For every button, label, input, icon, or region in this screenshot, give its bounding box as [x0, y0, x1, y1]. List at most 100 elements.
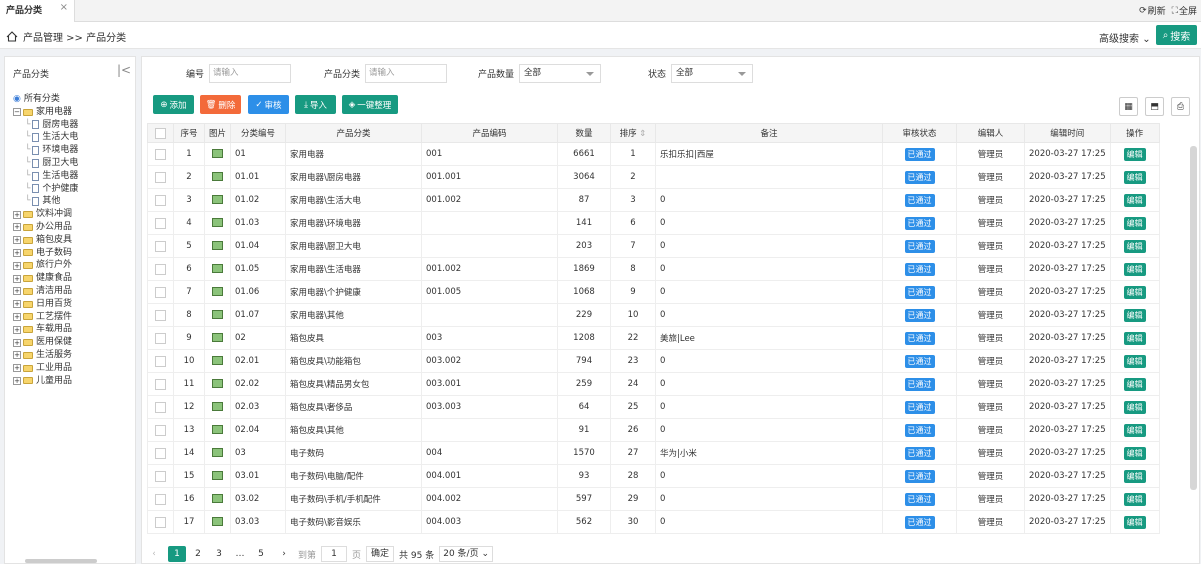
delete-button[interactable]: 🗑 删除 — [200, 95, 241, 114]
edit-button[interactable]: 编辑 — [1123, 239, 1146, 253]
cell-picture[interactable] — [204, 372, 231, 396]
edit-button[interactable]: 编辑 — [1123, 423, 1146, 437]
row-checkbox[interactable] — [155, 401, 166, 413]
row-select[interactable] — [147, 326, 174, 350]
table-row[interactable]: 13 02.04 箱包皮具\其他 91 26 0 已通过 管理员 2020-03-27 17:2… — [147, 418, 1160, 442]
refresh-button[interactable]: ⟳ 刷新 — [1139, 4, 1166, 18]
edit-button[interactable]: 编辑 — [1123, 285, 1146, 299]
table-row[interactable]: 1 01 家用电器 001 6661 1 乐扣乐扣|西屋 已通过 管理员 2020-03-27 1… — [147, 142, 1160, 166]
goto-confirm-button[interactable]: 确定 — [366, 546, 395, 562]
tree-item[interactable]: + 箱包皮具 — [13, 234, 78, 247]
table-row[interactable]: 7 01.06 家用电器\个护健康 001.005 1068 9 0 已通过 管理员 2020-0… — [147, 280, 1160, 304]
image-icon[interactable] — [212, 425, 223, 434]
cell-picture[interactable] — [204, 464, 231, 488]
cell-picture[interactable] — [204, 142, 231, 166]
row-select[interactable] — [147, 510, 174, 534]
tree-item[interactable]: └ 生活电器 — [13, 170, 78, 183]
expand-node-icon[interactable]: + — [13, 351, 21, 360]
cell-picture[interactable] — [204, 211, 231, 235]
row-checkbox[interactable] — [155, 286, 166, 298]
cell-picture[interactable] — [204, 487, 231, 511]
edit-button[interactable]: 编辑 — [1123, 170, 1146, 184]
select-all-header[interactable] — [147, 123, 174, 143]
qty-select[interactable]: 全部 — [519, 64, 602, 83]
row-select[interactable] — [147, 234, 174, 258]
tree-item[interactable]: + 饮料冲调 — [13, 208, 78, 221]
goto-page-input[interactable]: 1 — [321, 546, 348, 562]
tree-item[interactable]: └ 其他 — [13, 195, 78, 208]
table-scrollbar[interactable] — [1190, 146, 1197, 490]
tree-item[interactable]: + 旅行户外 — [13, 259, 78, 272]
cell-picture[interactable] — [204, 510, 231, 534]
tree-item[interactable]: + 儿童用品 — [13, 375, 78, 388]
row-select[interactable] — [147, 464, 174, 488]
table-row[interactable]: 16 03.02 电子数码\手机/手机配件 004.002 597 29 0 已通过 管理员 20… — [147, 487, 1160, 511]
tree-item[interactable]: − 家用电器 — [13, 106, 78, 119]
image-icon[interactable] — [212, 356, 223, 365]
edit-button[interactable]: 编辑 — [1123, 469, 1146, 483]
organize-button[interactable]: ◈ 一键整理 — [342, 95, 398, 114]
columns-icon[interactable]: ▦ — [1119, 97, 1138, 116]
export-icon[interactable]: ⬒ — [1145, 97, 1164, 116]
row-select[interactable] — [147, 418, 174, 442]
tree-item[interactable]: └ 厨卫大电 — [13, 157, 78, 170]
table-row[interactable]: 8 01.07 家用电器\其他 229 10 0 已通过 管理员 2020-03-27 17:2… — [147, 303, 1160, 327]
edit-button[interactable]: 编辑 — [1123, 446, 1146, 460]
page-button[interactable]: 3 — [210, 546, 228, 562]
row-checkbox[interactable] — [155, 263, 166, 275]
image-icon[interactable] — [212, 149, 223, 158]
row-select[interactable] — [147, 349, 174, 373]
row-select[interactable] — [147, 142, 174, 166]
image-icon[interactable] — [212, 494, 223, 503]
edit-button[interactable]: 编辑 — [1123, 515, 1146, 529]
expand-node-icon[interactable]: + — [13, 248, 21, 257]
tree-item[interactable]: + 医用保健 — [13, 336, 78, 349]
image-icon[interactable] — [212, 402, 223, 411]
expand-node-icon[interactable]: + — [13, 236, 21, 245]
collapse-icon[interactable]: |< — [117, 63, 131, 77]
row-checkbox[interactable] — [155, 516, 166, 528]
row-checkbox[interactable] — [155, 332, 166, 344]
edit-button[interactable]: 编辑 — [1123, 377, 1146, 391]
expand-node-icon[interactable]: + — [13, 287, 21, 296]
row-select[interactable] — [147, 165, 174, 189]
cell-picture[interactable] — [204, 234, 231, 258]
expand-node-icon[interactable]: + — [13, 210, 21, 219]
row-checkbox[interactable] — [155, 447, 166, 459]
search-button[interactable]: ⌕ 搜索 — [1156, 25, 1197, 45]
table-row[interactable]: 9 02 箱包皮具 003 1208 22 美旅|Lee 已通过 管理员 2020-03-27 1… — [147, 326, 1160, 350]
edit-button[interactable]: 编辑 — [1123, 216, 1146, 230]
image-icon[interactable] — [212, 448, 223, 457]
row-select[interactable] — [147, 303, 174, 327]
image-icon[interactable] — [212, 218, 223, 227]
edit-button[interactable]: 编辑 — [1123, 400, 1146, 414]
image-icon[interactable] — [212, 195, 223, 204]
tree-item[interactable]: + 健康食品 — [13, 272, 78, 285]
cell-picture[interactable] — [204, 280, 231, 304]
audit-button[interactable]: ✓ 审核 — [248, 95, 289, 114]
page-button[interactable]: 2 — [189, 546, 207, 562]
row-select[interactable] — [147, 487, 174, 511]
expand-node-icon[interactable]: + — [13, 300, 21, 309]
page-button[interactable]: 1 — [168, 546, 186, 562]
edit-button[interactable]: 编辑 — [1123, 331, 1146, 345]
row-select[interactable] — [147, 395, 174, 419]
advanced-search-toggle[interactable]: 高级搜索 ⌄ — [1099, 30, 1151, 45]
close-icon[interactable]: × — [60, 0, 68, 19]
tree-item[interactable]: ◉ 所有分类 — [13, 93, 78, 106]
collapse-node-icon[interactable]: − — [13, 108, 21, 117]
image-icon[interactable] — [212, 264, 223, 273]
expand-node-icon[interactable]: + — [13, 223, 21, 232]
cell-picture[interactable] — [204, 395, 231, 419]
row-checkbox[interactable] — [155, 240, 166, 252]
sidebar-scrollbar[interactable] — [25, 559, 97, 563]
cell-picture[interactable] — [204, 326, 231, 350]
tab-product-category[interactable]: 产品分类 × — [0, 0, 75, 22]
cell-picture[interactable] — [204, 257, 231, 281]
row-checkbox[interactable] — [155, 217, 166, 229]
tree-item[interactable]: + 电子数码 — [13, 247, 78, 260]
row-select[interactable] — [147, 280, 174, 304]
tree-item[interactable]: + 车载用品 — [13, 323, 78, 336]
column-header[interactable]: 排序 ⇕ — [610, 123, 656, 143]
row-select[interactable] — [147, 441, 174, 465]
